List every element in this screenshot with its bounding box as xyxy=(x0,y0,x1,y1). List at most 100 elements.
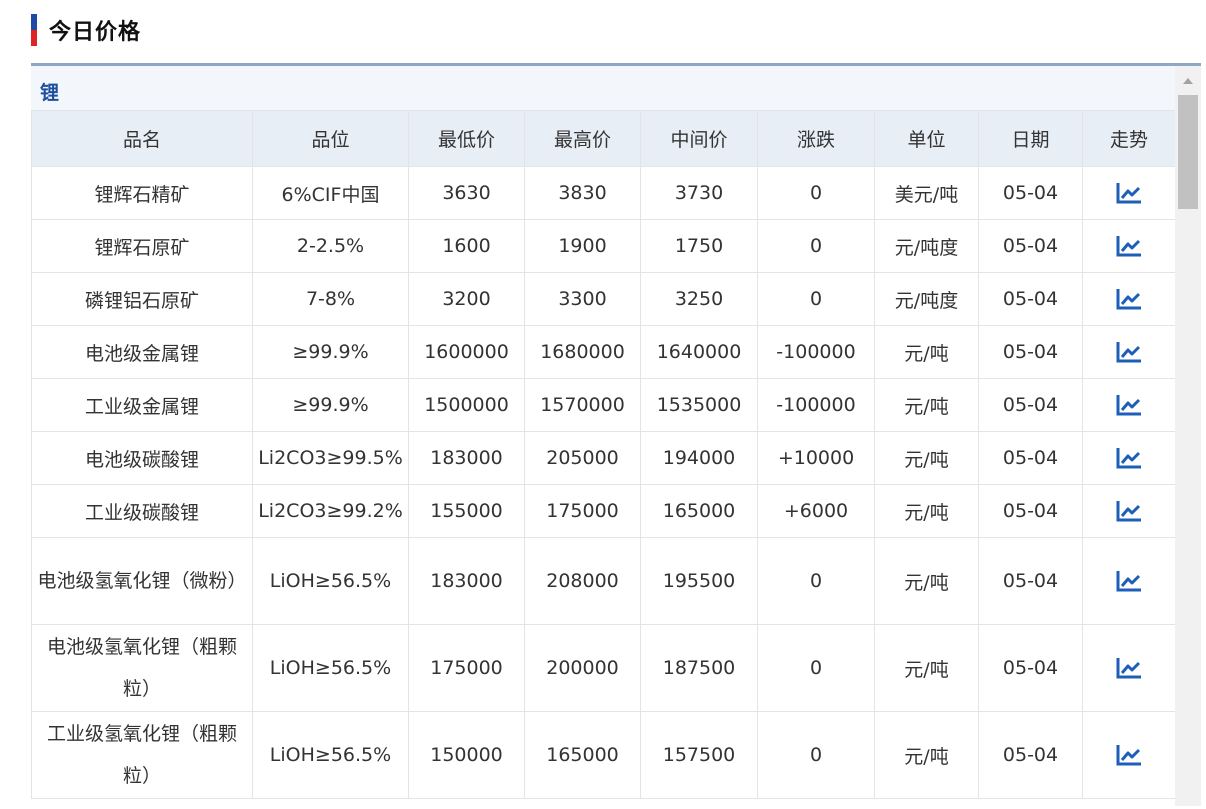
high-price-cell: 205000 xyxy=(524,431,641,485)
line-chart-icon[interactable] xyxy=(1115,743,1143,767)
mid-price-cell: 3250 xyxy=(640,272,758,326)
table-header-row: 品名 品位 最低价 最高价 中间价 涨跌 单位 日期 走势 xyxy=(31,110,1176,167)
line-chart-icon[interactable] xyxy=(1115,234,1143,258)
date-cell: 05-04 xyxy=(978,272,1083,326)
low-price-cell: 150000 xyxy=(408,711,525,799)
trend-cell xyxy=(1082,378,1176,432)
grade-cell: ≥99.9% xyxy=(252,378,409,432)
mid-price-cell: 3730 xyxy=(640,166,758,220)
date-cell: 05-04 xyxy=(978,711,1083,799)
change-cell: 0 xyxy=(757,166,875,220)
table-row: 工业级碳酸锂 Li2CO3≥99.2% 155000 175000 165000 +600… xyxy=(31,484,1176,538)
low-price-cell: 1500000 xyxy=(408,378,525,432)
low-price-cell: 175000 xyxy=(408,624,525,712)
unit-cell: 元/吨度 xyxy=(874,272,979,326)
vertical-scrollbar[interactable] xyxy=(1175,66,1201,806)
table-row: 锂辉石精矿 6%CIF中国 3630 3830 3730 0 美元/吨 05-04 xyxy=(31,166,1176,220)
col-header-mid: 中间价 xyxy=(640,110,758,167)
col-header-grade: 品位 xyxy=(252,110,409,167)
high-price-cell: 1570000 xyxy=(524,378,641,432)
trend-cell xyxy=(1082,325,1176,379)
product-name-cell: 锂辉石原矿 xyxy=(31,219,253,273)
high-price-cell: 3300 xyxy=(524,272,641,326)
low-price-cell: 3200 xyxy=(408,272,525,326)
table-row: 电池级氢氧化锂（粗颗粒） LiOH≥56.5% 175000 200000 187500… xyxy=(31,624,1176,712)
unit-cell: 元/吨 xyxy=(874,431,979,485)
line-chart-icon[interactable] xyxy=(1115,340,1143,364)
change-cell: 0 xyxy=(757,711,875,799)
table-row: 工业级氢氧化锂（粗颗粒） LiOH≥56.5% 150000 165000 157500… xyxy=(31,711,1176,799)
line-chart-icon[interactable] xyxy=(1115,446,1143,470)
high-price-cell: 1680000 xyxy=(524,325,641,379)
low-price-cell: 155000 xyxy=(408,484,525,538)
change-cell: 0 xyxy=(757,272,875,326)
grade-cell: LiOH≥56.5% xyxy=(252,537,409,625)
mid-price-cell: 1640000 xyxy=(640,325,758,379)
line-chart-icon[interactable] xyxy=(1115,656,1143,680)
table-row: 电池级金属锂 ≥99.9% 1600000 1680000 1640000 -100000… xyxy=(31,325,1176,379)
unit-cell: 元/吨 xyxy=(874,711,979,799)
table-row: 电池级碳酸锂 Li2CO3≥99.5% 183000 205000 194000 +100… xyxy=(31,431,1176,485)
grade-cell: LiOH≥56.5% xyxy=(252,624,409,712)
change-cell: +6000 xyxy=(757,484,875,538)
grade-cell: LiOH≥56.5% xyxy=(252,711,409,799)
trend-cell xyxy=(1082,537,1176,625)
table-row: 磷锂铝石原矿 7-8% 3200 3300 3250 0 元/吨度 05-04 xyxy=(31,272,1176,326)
change-cell: 0 xyxy=(757,219,875,273)
low-price-cell: 183000 xyxy=(408,537,525,625)
grade-cell: Li2CO3≥99.2% xyxy=(252,484,409,538)
high-price-cell: 200000 xyxy=(524,624,641,712)
col-header-trend: 走势 xyxy=(1082,110,1176,167)
unit-cell: 美元/吨 xyxy=(874,166,979,220)
product-name-cell: 电池级碳酸锂 xyxy=(31,431,253,485)
line-chart-icon[interactable] xyxy=(1115,569,1143,593)
mid-price-cell: 194000 xyxy=(640,431,758,485)
low-price-cell: 3630 xyxy=(408,166,525,220)
col-header-low: 最低价 xyxy=(408,110,525,167)
trend-cell xyxy=(1082,272,1176,326)
date-cell: 05-04 xyxy=(978,325,1083,379)
trend-cell xyxy=(1082,624,1176,712)
change-cell: +10000 xyxy=(757,431,875,485)
date-cell: 05-04 xyxy=(978,219,1083,273)
date-cell: 05-04 xyxy=(978,537,1083,625)
high-price-cell: 1900 xyxy=(524,219,641,273)
low-price-cell: 1600 xyxy=(408,219,525,273)
product-name-cell: 电池级金属锂 xyxy=(31,325,253,379)
high-price-cell: 3830 xyxy=(524,166,641,220)
trend-cell xyxy=(1082,484,1176,538)
trend-cell xyxy=(1082,219,1176,273)
change-cell: 0 xyxy=(757,624,875,712)
grade-cell: ≥99.9% xyxy=(252,325,409,379)
mid-price-cell: 165000 xyxy=(640,484,758,538)
page-header: 今日价格 xyxy=(31,14,141,46)
unit-cell: 元/吨度 xyxy=(874,219,979,273)
chevron-up-icon[interactable] xyxy=(1183,78,1193,84)
scrollbar-thumb[interactable] xyxy=(1178,95,1198,209)
grade-cell: Li2CO3≥99.5% xyxy=(252,431,409,485)
product-name-cell: 工业级碳酸锂 xyxy=(31,484,253,538)
trend-cell xyxy=(1082,711,1176,799)
line-chart-icon[interactable] xyxy=(1115,287,1143,311)
table-row: 电池级氢氧化锂（微粉） LiOH≥56.5% 183000 208000 195500 0… xyxy=(31,537,1176,625)
col-header-change: 涨跌 xyxy=(757,110,875,167)
low-price-cell: 183000 xyxy=(408,431,525,485)
high-price-cell: 208000 xyxy=(524,537,641,625)
product-name-cell: 电池级氢氧化锂（粗颗粒） xyxy=(31,624,253,712)
grade-cell: 2-2.5% xyxy=(252,219,409,273)
unit-cell: 元/吨 xyxy=(874,624,979,712)
grade-cell: 7-8% xyxy=(252,272,409,326)
unit-cell: 元/吨 xyxy=(874,378,979,432)
product-name-cell: 电池级氢氧化锂（微粉） xyxy=(31,537,253,625)
mid-price-cell: 195500 xyxy=(640,537,758,625)
date-cell: 05-04 xyxy=(978,484,1083,538)
page-title: 今日价格 xyxy=(49,20,142,45)
line-chart-icon[interactable] xyxy=(1115,393,1143,417)
line-chart-icon[interactable] xyxy=(1115,181,1143,205)
mid-price-cell: 1535000 xyxy=(640,378,758,432)
line-chart-icon[interactable] xyxy=(1115,499,1143,523)
price-panel: 锂 品名 品位 最低价 最高价 中间价 涨跌 单位 日期 走势 锂辉石精矿 6%C… xyxy=(31,63,1201,809)
date-cell: 05-04 xyxy=(978,166,1083,220)
change-cell: -100000 xyxy=(757,378,875,432)
col-header-date: 日期 xyxy=(978,110,1083,167)
